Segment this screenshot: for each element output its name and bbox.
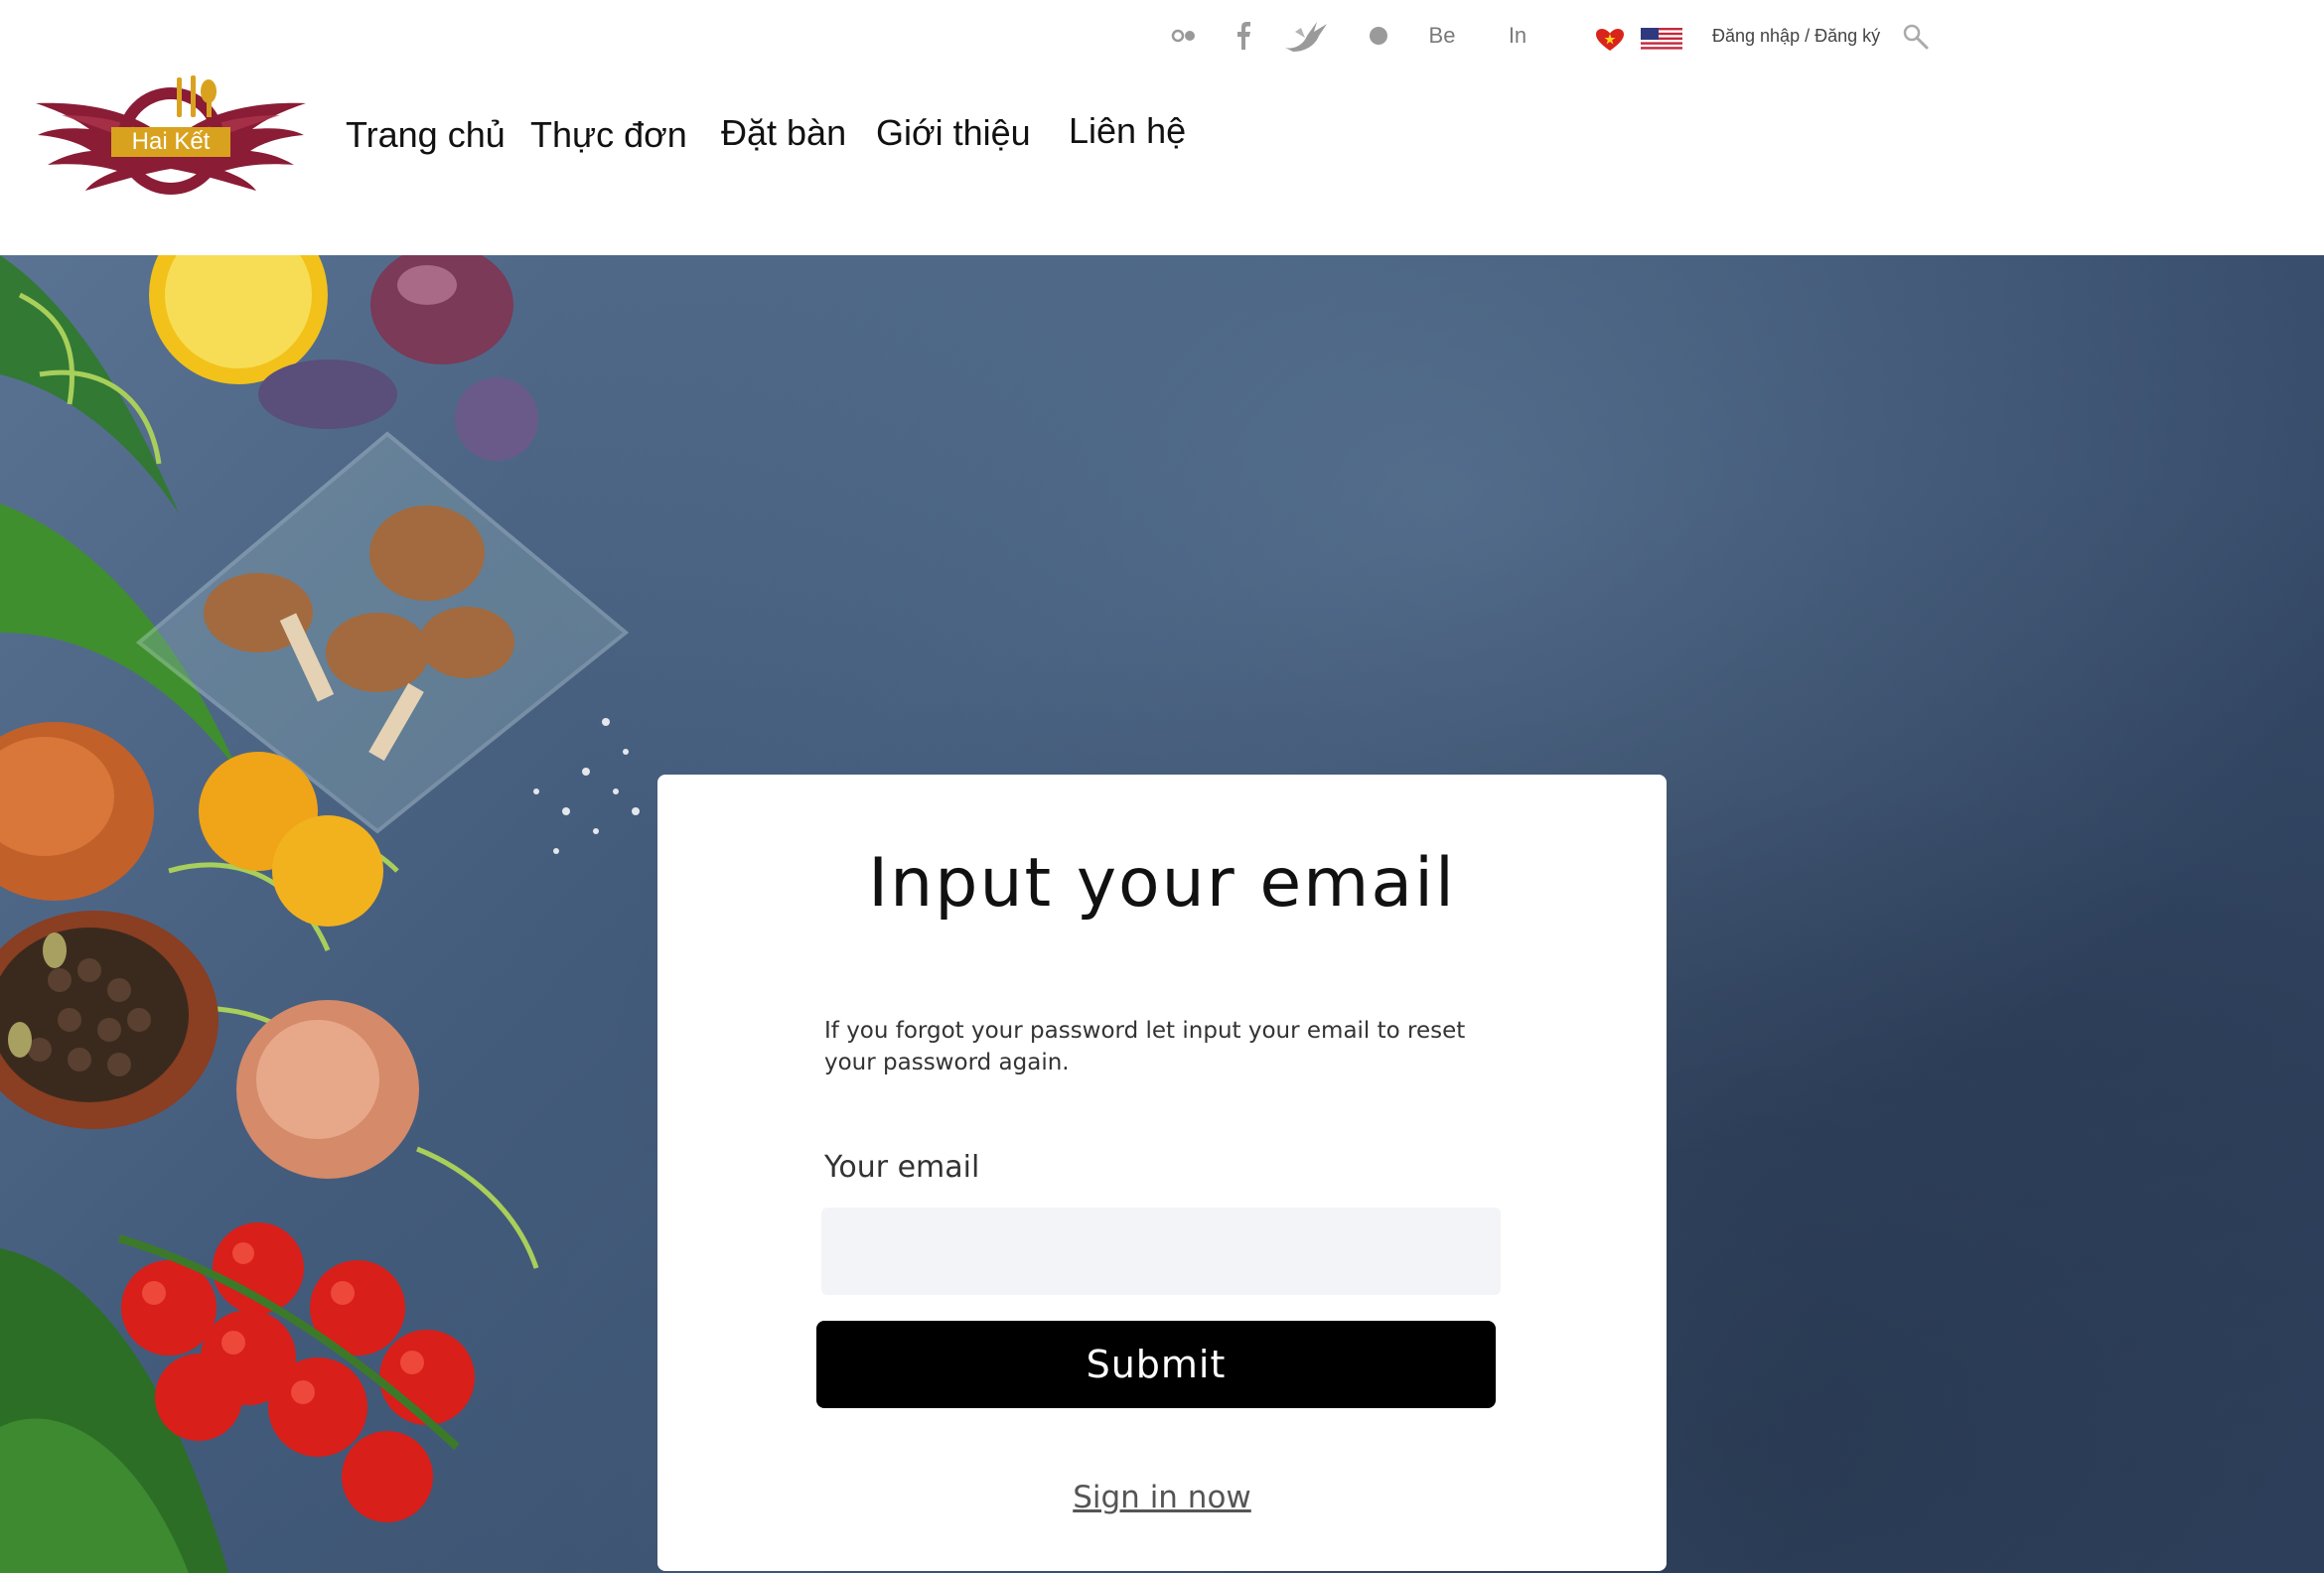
- nav-about[interactable]: Giới thiệu: [876, 101, 1031, 165]
- hero-background: Input your email If you forgot your pass…: [0, 255, 2324, 1573]
- login-register-link[interactable]: Đăng nhập / Đăng ký: [1712, 14, 1880, 58]
- site-header: Be In Đăng nhập / Đăng ký Hai Kết Trang …: [0, 0, 2324, 255]
- submit-button[interactable]: Submit: [816, 1321, 1496, 1408]
- search-icon[interactable]: [1901, 22, 1935, 56]
- dribbble-icon[interactable]: [1367, 14, 1390, 58]
- linkedin-icon[interactable]: In: [1500, 14, 1535, 58]
- email-input[interactable]: [821, 1208, 1501, 1295]
- card-description: If you forgot your password let input yo…: [824, 1018, 1466, 1075]
- sign-in-link[interactable]: Sign in now: [657, 1480, 1667, 1515]
- site-logo[interactable]: Hai Kết: [32, 73, 310, 201]
- nav-contact[interactable]: Liên hệ: [1069, 99, 1186, 163]
- vietnam-flag-icon[interactable]: [1595, 28, 1625, 57]
- top-bar: Be In Đăng nhập / Đăng ký: [1162, 14, 1957, 58]
- nav-home[interactable]: Trang chủ: [346, 103, 506, 167]
- flickr-icon[interactable]: [1168, 14, 1200, 58]
- logo-text: Hai Kết: [131, 128, 211, 155]
- nav-menu[interactable]: Thực đơn: [530, 103, 687, 167]
- email-label: Your email: [824, 1150, 980, 1185]
- usa-flag-icon[interactable]: [1641, 28, 1682, 57]
- twitter-icon[interactable]: [1281, 14, 1331, 58]
- reset-password-card: Input your email If you forgot your pass…: [657, 775, 1667, 1571]
- card-title: Input your email: [868, 844, 1456, 923]
- vegetables-image: [0, 255, 640, 1573]
- behance-icon[interactable]: Be: [1422, 14, 1462, 58]
- facebook-icon[interactable]: [1232, 14, 1255, 58]
- nav-reservation[interactable]: Đặt bàn: [721, 101, 846, 165]
